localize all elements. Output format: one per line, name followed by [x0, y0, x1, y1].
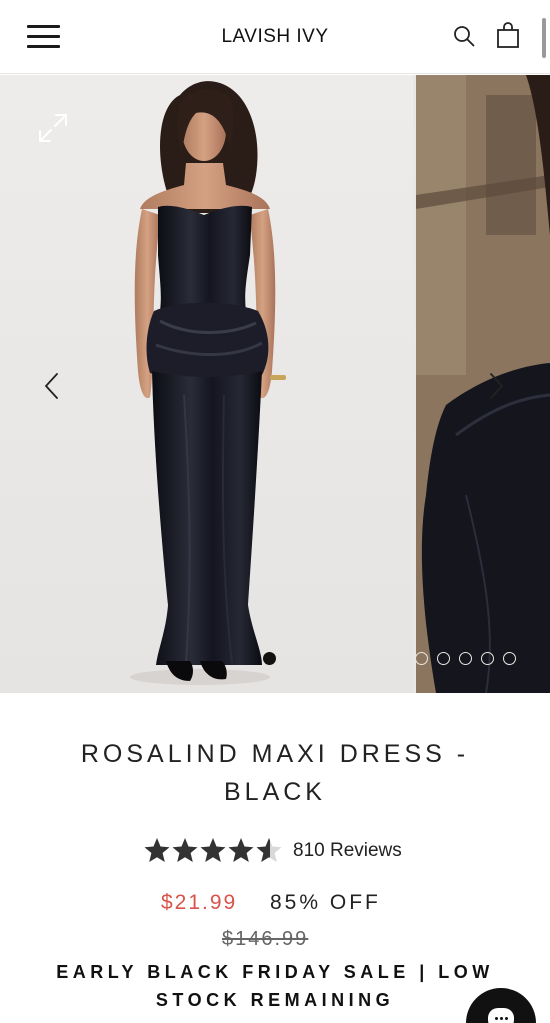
promo-banner: EARLY BLACK FRIDAY SALE | LOW STOCK REMA…: [56, 962, 494, 1010]
rating-summary[interactable]: 810 Reviews: [0, 835, 550, 867]
star-rating-icon: [144, 838, 282, 862]
original-price: $146.99: [222, 928, 309, 950]
shopping-bag-icon[interactable]: [496, 22, 520, 48]
search-icon[interactable]: [452, 24, 476, 48]
chevron-right-icon[interactable]: [484, 371, 508, 401]
price-row: $21.99 85% OFF: [0, 891, 550, 919]
product-title: ROSALIND MAXI DRESS - BLACK: [80, 740, 470, 806]
pagination-dot[interactable]: [263, 652, 276, 665]
pagination-dot[interactable]: [415, 652, 428, 665]
pagination-dot[interactable]: [459, 652, 472, 665]
site-header: LAVISH IVY: [0, 0, 550, 74]
pagination-dot[interactable]: [503, 652, 516, 665]
discount-label: 85% OFF: [270, 891, 381, 914]
sale-price: $21.99: [161, 891, 238, 914]
chat-icon-inner: [488, 1008, 514, 1023]
product-image-main[interactable]: [0, 75, 413, 693]
expand-icon[interactable]: [36, 111, 70, 145]
product-gallery[interactable]: [0, 75, 550, 693]
model-in-dress-image-2: [416, 75, 550, 693]
pagination-dot[interactable]: [437, 652, 450, 665]
chevron-left-icon[interactable]: [40, 371, 64, 401]
scrollbar[interactable]: [542, 18, 546, 58]
pagination-dot[interactable]: [481, 652, 494, 665]
product-image-next[interactable]: [416, 75, 550, 693]
reviews-link[interactable]: 810 Reviews: [293, 840, 402, 862]
